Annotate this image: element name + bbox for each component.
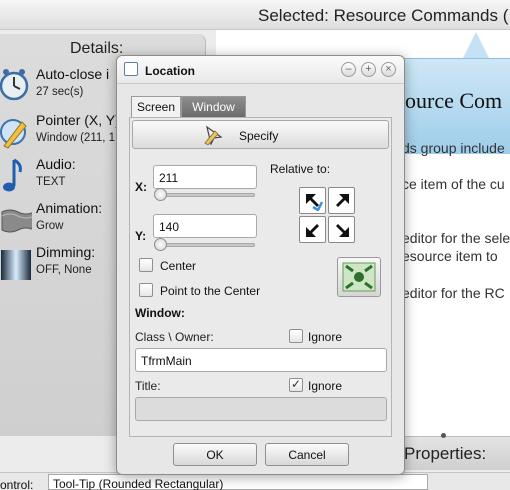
x-slider-track[interactable] bbox=[155, 193, 255, 197]
control-label: ontrol: bbox=[0, 478, 34, 490]
ok-button[interactable]: OK bbox=[173, 443, 257, 466]
class-owner-input[interactable]: TfrmMain bbox=[135, 348, 387, 372]
selected-title: Selected: Resource Commands ( bbox=[258, 6, 509, 25]
detail-label: Auto-close i bbox=[36, 66, 110, 82]
y-label: Y: bbox=[135, 229, 147, 243]
details-title: Details: bbox=[70, 40, 124, 57]
arrow-bottom-left-icon bbox=[306, 224, 319, 237]
dimming-icon bbox=[1, 250, 31, 280]
music-note-icon bbox=[3, 158, 22, 192]
animation-icon bbox=[1, 209, 32, 233]
preview-text-line: esource item to bbox=[402, 248, 498, 264]
pointer-icon bbox=[0, 119, 27, 149]
window-section-label: Window: bbox=[135, 306, 185, 320]
title-ignore-label: Ignore bbox=[308, 379, 343, 393]
detail-value: Grow bbox=[36, 220, 64, 232]
y-input[interactable]: 140 bbox=[153, 214, 257, 238]
clock-icon bbox=[0, 69, 29, 101]
arrow-bottom-right-icon bbox=[336, 224, 349, 237]
title-label: Title: bbox=[135, 379, 161, 393]
location-dialog: Location – + × Screen Window Specify X: … bbox=[116, 55, 405, 475]
specify-button[interactable]: Specify bbox=[132, 120, 389, 149]
close-button[interactable]: × bbox=[381, 62, 396, 77]
y-slider-track[interactable] bbox=[155, 243, 255, 247]
dialog-titlebar[interactable]: Location – + × bbox=[117, 56, 404, 84]
x-slider-thumb[interactable] bbox=[154, 188, 167, 201]
center-checkbox[interactable] bbox=[139, 258, 153, 272]
window-tab-panel: Specify X: 211 Y: 140 Relative to: Cente… bbox=[129, 117, 392, 437]
detail-value: TEXT bbox=[36, 176, 66, 188]
title-input[interactable] bbox=[135, 397, 387, 421]
preview-text-line: ce item of the cu bbox=[402, 176, 505, 192]
center-target-button[interactable] bbox=[337, 257, 381, 297]
preview-text-line: editor for the RC bbox=[402, 285, 505, 301]
point-to-center-checkbox[interactable] bbox=[139, 283, 153, 297]
properties-grip-icon bbox=[441, 433, 446, 438]
pointer-pick-icon bbox=[204, 125, 223, 145]
relative-to-label: Relative to: bbox=[270, 162, 331, 176]
detail-value: Window (211, 1 bbox=[36, 132, 116, 144]
center-target-icon bbox=[342, 262, 376, 292]
title-ignore-checkbox[interactable] bbox=[289, 377, 303, 392]
detail-value: 27 sec(s) bbox=[36, 86, 84, 98]
preview-text-line: editor for the sele bbox=[402, 230, 510, 246]
detail-label: Dimming: bbox=[36, 244, 96, 260]
arrow-top-right-icon bbox=[336, 194, 349, 207]
detail-label: Pointer (X, Y) bbox=[36, 112, 120, 128]
y-slider-thumb[interactable] bbox=[154, 238, 167, 251]
relative-top-right-button[interactable] bbox=[328, 187, 355, 214]
detail-value: OFF, None bbox=[36, 264, 92, 276]
bubble-tip bbox=[462, 32, 490, 60]
class-ignore-label: Ignore bbox=[308, 330, 343, 344]
properties-label: Properties: bbox=[404, 444, 487, 463]
arrow-top-left-icon bbox=[306, 194, 323, 211]
cancel-button[interactable]: Cancel bbox=[265, 443, 349, 466]
maximize-button[interactable]: + bbox=[361, 62, 376, 77]
dialog-title: Location bbox=[145, 64, 195, 78]
class-ignore-checkbox[interactable] bbox=[289, 329, 303, 343]
relative-bottom-left-button[interactable] bbox=[299, 216, 326, 243]
tab-window[interactable]: Window bbox=[181, 96, 246, 118]
control-value: Tool-Tip (Rounded Rectangular) bbox=[53, 477, 224, 490]
center-label: Center bbox=[160, 259, 197, 273]
relative-bottom-right-button[interactable] bbox=[328, 216, 355, 243]
specify-label: Specify bbox=[239, 129, 279, 143]
window-icon bbox=[124, 62, 138, 76]
preview-text-line: ds group include bbox=[402, 140, 505, 156]
minimize-button[interactable]: – bbox=[341, 62, 356, 77]
bubble-title: ource Com bbox=[405, 88, 503, 113]
x-input[interactable]: 211 bbox=[153, 165, 257, 189]
x-label: X: bbox=[135, 180, 147, 194]
relative-top-left-button[interactable] bbox=[299, 187, 326, 214]
detail-label: Audio: bbox=[36, 156, 76, 172]
point-to-center-label: Point to the Center bbox=[160, 284, 261, 298]
tab-screen[interactable]: Screen bbox=[131, 96, 181, 118]
detail-label: Animation: bbox=[36, 200, 103, 216]
class-owner-label: Class \ Owner: bbox=[135, 330, 214, 344]
